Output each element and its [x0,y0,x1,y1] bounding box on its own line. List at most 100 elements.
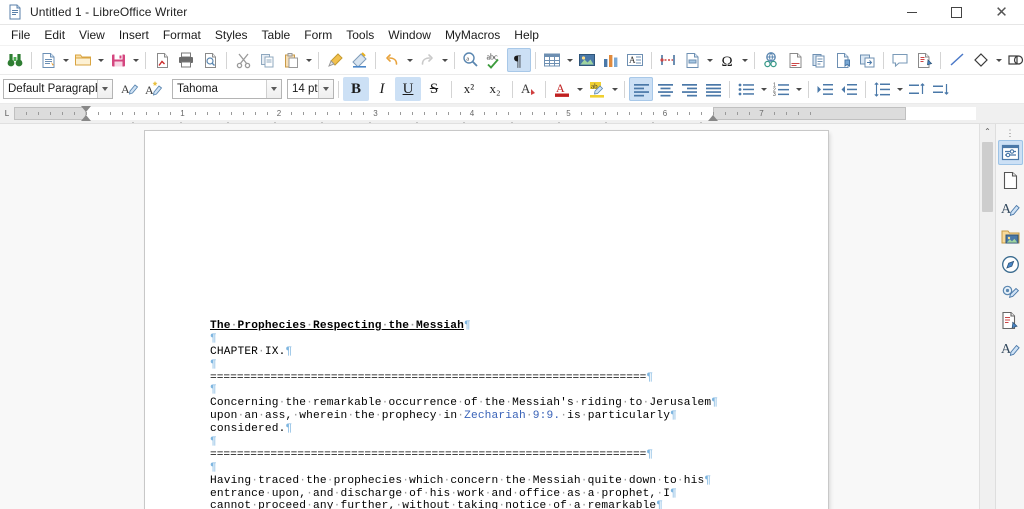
menu-item-insert[interactable]: Insert [112,26,156,44]
sidebar-grip[interactable]: ⋮ [996,126,1024,140]
highlight-color-button[interactable]: ab [585,77,609,101]
insert-table-dropdown[interactable] [564,48,575,72]
document-line[interactable]: The·Prophecies·Respecting·the·Messiah¶ [210,320,730,333]
insert-table-icon[interactable] [540,48,564,72]
document-line[interactable]: entrance·upon,·and·discharge·of·his·work… [210,488,730,501]
close-button[interactable]: ✕ [979,0,1024,25]
font-color-dropdown[interactable] [574,77,585,101]
insert-field-dropdown[interactable] [704,48,715,72]
endnote-icon[interactable] [807,48,831,72]
bookmark-icon[interactable] [831,48,855,72]
italic-button[interactable]: I [369,77,395,101]
menu-item-help[interactable]: Help [507,26,546,44]
document-canvas[interactable]: The·Prophecies·Respecting·the·Messiah¶ ¶ C… [0,124,979,509]
menu-item-styles[interactable]: Styles [208,26,255,44]
paragraph-style-combo[interactable]: Default Paragraph Style [3,79,113,99]
undo-icon[interactable] [380,48,404,72]
print-preview-icon[interactable] [198,48,222,72]
vertical-scrollbar[interactable]: ⌃ [979,124,995,509]
copy-icon[interactable] [255,48,279,72]
subscript-button[interactable]: x₂ [482,77,508,101]
bold-button[interactable]: B [343,77,369,101]
document-line[interactable]: ¶ [210,359,730,372]
new-style-from-selection-icon[interactable]: A [142,77,166,101]
right-indent-marker[interactable] [708,115,719,121]
special-character-icon[interactable]: Ω [715,48,739,72]
align-center-button[interactable] [653,77,677,101]
maximize-button[interactable] [934,0,979,25]
scripture-reference-link[interactable]: Zechariah·9:9. [464,410,560,422]
document-text[interactable]: The·Prophecies·Respecting·the·Messiah¶ ¶ C… [210,320,730,509]
left-indent-marker[interactable] [81,115,91,121]
align-right-button[interactable] [677,77,701,101]
menu-item-edit[interactable]: Edit [37,26,72,44]
basic-shapes-icon[interactable] [969,48,993,72]
cross-reference-icon[interactable] [855,48,879,72]
scroll-up-arrow[interactable]: ⌃ [980,124,995,139]
first-line-indent-marker[interactable] [81,106,91,112]
font-size-dropdown[interactable] [318,80,333,98]
scrollbar-thumb[interactable] [982,142,993,212]
document-line[interactable]: cannot·proceed·any·further,·without·taki… [210,500,730,509]
paragraph-style-dropdown[interactable] [97,80,112,98]
redo-icon[interactable] [415,48,439,72]
sidebar-styles-icon[interactable]: A [998,196,1023,221]
update-selected-style-icon[interactable]: A [118,77,142,101]
sidebar-settings-icon[interactable] [997,140,1023,165]
cut-scissors-icon[interactable] [231,48,255,72]
align-justified-button[interactable] [701,77,725,101]
save-icon[interactable] [106,48,130,72]
underline-button[interactable]: U [395,77,421,101]
clear-formatting-button[interactable]: A [517,77,541,101]
save-dropdown[interactable] [130,48,141,72]
print-icon[interactable] [174,48,198,72]
special-character-dropdown[interactable] [739,48,750,72]
insert-chart-icon[interactable] [599,48,623,72]
hyperlink-icon[interactable] [759,48,783,72]
sidebar-character-styles-icon[interactable]: A [998,336,1023,361]
track-changes-icon[interactable] [912,48,936,72]
decrease-indent-button[interactable] [837,77,861,101]
font-name-combo[interactable]: Tahoma [172,79,282,99]
menu-item-form[interactable]: Form [297,26,339,44]
insert-textbox-icon[interactable]: A [623,48,647,72]
footnote-icon[interactable] [783,48,807,72]
menu-item-mymacros[interactable]: MyMacros [438,26,507,44]
ordered-list-dropdown[interactable] [793,77,804,101]
document-line[interactable]: Concerning·the·remarkable·occurrence·of·… [210,397,730,410]
ordered-list-button[interactable]: 1 2 3 [769,77,793,101]
insert-image-icon[interactable] [575,48,599,72]
menu-item-file[interactable]: File [4,26,37,44]
sidebar-navigator-icon[interactable] [998,252,1023,277]
document-line[interactable]: upon·an·ass,·wherein·the·prophecy·in·Zec… [210,410,730,423]
unordered-list-button[interactable] [734,77,758,101]
document-line[interactable]: Having·traced·the·prophecies·which·conce… [210,475,730,488]
font-name-dropdown[interactable] [266,80,281,98]
clone-formatting-icon[interactable] [323,48,347,72]
document-line[interactable]: ========================================… [210,372,730,385]
increase-paragraph-spacing-button[interactable] [905,77,929,101]
document-line[interactable]: CHAPTER·IX.¶ [210,346,730,359]
strikethrough-button[interactable]: S [421,77,447,101]
basic-shapes-dropdown[interactable] [993,48,1004,72]
font-color-button[interactable]: A [550,77,574,101]
tab-selector[interactable]: L [0,104,14,123]
document-line[interactable]: considered.¶ [210,423,730,436]
insert-field-icon[interactable] [680,48,704,72]
show-draw-functions-icon[interactable] [1004,48,1024,72]
redo-dropdown[interactable] [439,48,450,72]
sidebar-properties-page-icon[interactable] [998,168,1023,193]
menu-item-format[interactable]: Format [156,26,208,44]
line-spacing-button[interactable] [870,77,894,101]
unordered-list-dropdown[interactable] [758,77,769,101]
export-pdf-icon[interactable] [150,48,174,72]
highlight-color-dropdown[interactable] [609,77,620,101]
menu-item-tools[interactable]: Tools [339,26,381,44]
minimize-button[interactable] [889,0,934,25]
superscript-button[interactable]: x² [456,77,482,101]
new-document-icon[interactable] [36,48,60,72]
document-line[interactable]: ¶ [210,333,730,346]
menu-item-table[interactable]: Table [255,26,298,44]
undo-dropdown[interactable] [404,48,415,72]
align-left-button[interactable] [629,77,653,101]
